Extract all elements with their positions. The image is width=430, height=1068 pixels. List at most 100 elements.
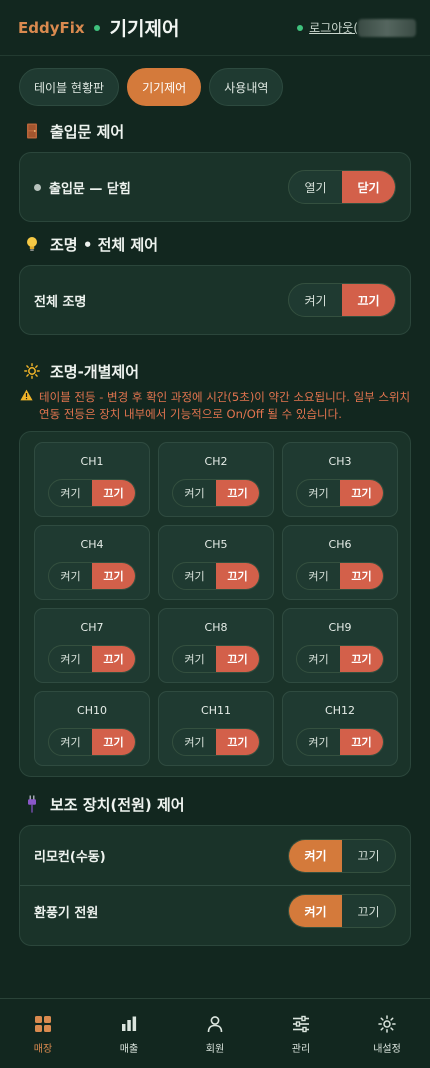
light-all-on-button[interactable]: 켜기: [289, 284, 342, 316]
channel-on-button[interactable]: 켜기: [49, 480, 92, 506]
channel-card: CH6 켜기 끄기: [282, 525, 398, 600]
tab-usage-history[interactable]: 사용내역: [209, 68, 284, 106]
light-warning-text: 테이블 전등 - 변경 후 확인 과정에 시간(5초)이 약간 소요됩니다. 일…: [39, 390, 411, 421]
session-indicator: [297, 24, 304, 31]
door-open-button[interactable]: 열기: [289, 171, 342, 203]
channel-on-button[interactable]: 켜기: [297, 563, 340, 589]
channel-off-button[interactable]: 끄기: [92, 729, 135, 755]
channel-on-button[interactable]: 켜기: [297, 646, 340, 672]
aux-remote-off-button[interactable]: 끄기: [342, 840, 395, 872]
nav-store-label: 매장: [33, 1044, 53, 1055]
channel-toggle: 켜기 끄기: [296, 728, 384, 756]
door-close-button[interactable]: 닫기: [342, 171, 395, 203]
aux-section-label: 보조 장치(전원) 제어: [50, 795, 185, 814]
app-header: EddyFix 기기제어 로그아웃(: [0, 0, 430, 56]
aux-remote-on-button[interactable]: 켜기: [289, 839, 342, 872]
nav-manage-label: 관리: [291, 1044, 311, 1055]
nav-members[interactable]: 회원: [172, 999, 258, 1068]
channel-card: CH11 켜기 끄기: [158, 691, 274, 766]
aux-row-fan: 환풍기 전원 켜기 끄기: [20, 886, 410, 936]
channel-card: CH12 켜기 끄기: [282, 691, 398, 766]
channel-name: CH8: [204, 621, 228, 634]
light-all-toggle: 켜기 끄기: [288, 283, 396, 317]
channel-name: CH10: [77, 704, 107, 717]
brand-logo[interactable]: EddyFix: [18, 19, 85, 37]
sliders-icon: [292, 1015, 310, 1033]
channel-card: CH5 켜기 끄기: [158, 525, 274, 600]
light-all-off-button[interactable]: 끄기: [342, 284, 395, 316]
channel-grid: CH1 켜기 끄기 CH2 켜기 끄기 CH3 켜기 끄기 CH4 켜기 끄기 CH5 켜기 끄기 CH6 켜기…: [34, 442, 398, 766]
person-icon: [206, 1015, 224, 1033]
tab-device-control[interactable]: 기기제어: [127, 68, 202, 106]
sun-icon: [22, 363, 42, 379]
aux-card: 리모컨(수동) 켜기 끄기 환풍기 전원 켜기 끄기: [19, 825, 411, 946]
nav-sales-label: 매출: [119, 1044, 139, 1055]
channel-off-button[interactable]: 끄기: [216, 646, 259, 672]
channel-on-button[interactable]: 켜기: [49, 646, 92, 672]
channel-card: CH8 켜기 끄기: [158, 608, 274, 683]
channel-off-button[interactable]: 끄기: [92, 480, 135, 506]
channel-toggle: 켜기 끄기: [48, 562, 136, 590]
channel-off-button[interactable]: 끄기: [92, 563, 135, 589]
aux-fan-off-button[interactable]: 끄기: [342, 895, 395, 927]
channel-toggle: 켜기 끄기: [48, 645, 136, 673]
light-individual-section-label: 조명-개별제어: [50, 362, 140, 381]
door-section-label: 출입문 제어: [50, 122, 125, 141]
nav-manage[interactable]: 관리: [258, 999, 344, 1068]
page-title: 기기제어: [109, 18, 180, 40]
channel-name: CH11: [201, 704, 231, 717]
channel-toggle: 켜기 끄기: [296, 479, 384, 507]
channel-off-button[interactable]: 끄기: [216, 480, 259, 506]
channel-on-button[interactable]: 켜기: [49, 729, 92, 755]
channel-card: CH1 켜기 끄기: [34, 442, 150, 517]
channel-name: CH7: [80, 621, 104, 634]
light-all-card: 전체 조명 켜기 끄기: [19, 265, 411, 335]
light-warning: 테이블 전등 - 변경 후 확인 과정에 시간(5초)이 약간 소요됩니다. 일…: [20, 389, 411, 423]
channel-on-button[interactable]: 켜기: [173, 563, 216, 589]
channel-on-button[interactable]: 켜기: [297, 480, 340, 506]
aux-fan-on-button[interactable]: 켜기: [289, 895, 342, 927]
tab-table-status[interactable]: 테이블 현황판: [19, 68, 120, 106]
channel-name: CH1: [80, 455, 104, 468]
channel-card: CH10 켜기 끄기: [34, 691, 150, 766]
nav-members-label: 회원: [205, 1044, 225, 1055]
channel-toggle: 켜기 끄기: [172, 728, 260, 756]
channel-toggle: 켜기 끄기: [172, 562, 260, 590]
nav-store[interactable]: 매장: [0, 999, 86, 1068]
channel-off-button[interactable]: 끄기: [216, 729, 259, 755]
channel-toggle: 켜기 끄기: [48, 479, 136, 507]
channel-card: CH4 켜기 끄기: [34, 525, 150, 600]
channel-on-button[interactable]: 켜기: [49, 563, 92, 589]
channel-toggle: 켜기 끄기: [296, 562, 384, 590]
aux-remote-toggle: 켜기 끄기: [288, 838, 396, 873]
channel-name: CH12: [325, 704, 355, 717]
channel-off-button[interactable]: 끄기: [216, 563, 259, 589]
channel-name: CH6: [328, 538, 352, 551]
nav-settings[interactable]: 내설정: [344, 999, 430, 1068]
gear-icon: [378, 1015, 396, 1033]
grid-icon: [34, 1015, 52, 1033]
channel-card: CH2 켜기 끄기: [158, 442, 274, 517]
channel-on-button[interactable]: 켜기: [173, 646, 216, 672]
aux-fan-label: 환풍기 전원: [34, 905, 99, 921]
channel-on-button[interactable]: 켜기: [173, 729, 216, 755]
light-individual-section-title: 조명-개별제어: [0, 359, 430, 383]
bar-chart-icon: [120, 1015, 138, 1033]
nav-sales[interactable]: 매출: [86, 999, 172, 1068]
door-card: 출입문 — 닫힘 열기 닫기: [19, 152, 411, 222]
brand: EddyFix 기기제어: [18, 14, 179, 41]
channel-off-button[interactable]: 끄기: [340, 563, 383, 589]
tab-bar: 테이블 현황판 기기제어 사용내역: [0, 56, 430, 106]
logout-link[interactable]: 로그아웃(: [309, 19, 358, 36]
lightbulb-icon: [22, 236, 42, 252]
channel-off-button[interactable]: 끄기: [340, 729, 383, 755]
channel-off-button[interactable]: 끄기: [92, 646, 135, 672]
channel-card: CH7 켜기 끄기: [34, 608, 150, 683]
channel-card: CH3 켜기 끄기: [282, 442, 398, 517]
channel-on-button[interactable]: 켜기: [297, 729, 340, 755]
channel-off-button[interactable]: 끄기: [340, 480, 383, 506]
channel-off-button[interactable]: 끄기: [340, 646, 383, 672]
light-all-label: 전체 조명: [34, 294, 87, 310]
channel-on-button[interactable]: 켜기: [173, 480, 216, 506]
channel-toggle: 켜기 끄기: [296, 645, 384, 673]
